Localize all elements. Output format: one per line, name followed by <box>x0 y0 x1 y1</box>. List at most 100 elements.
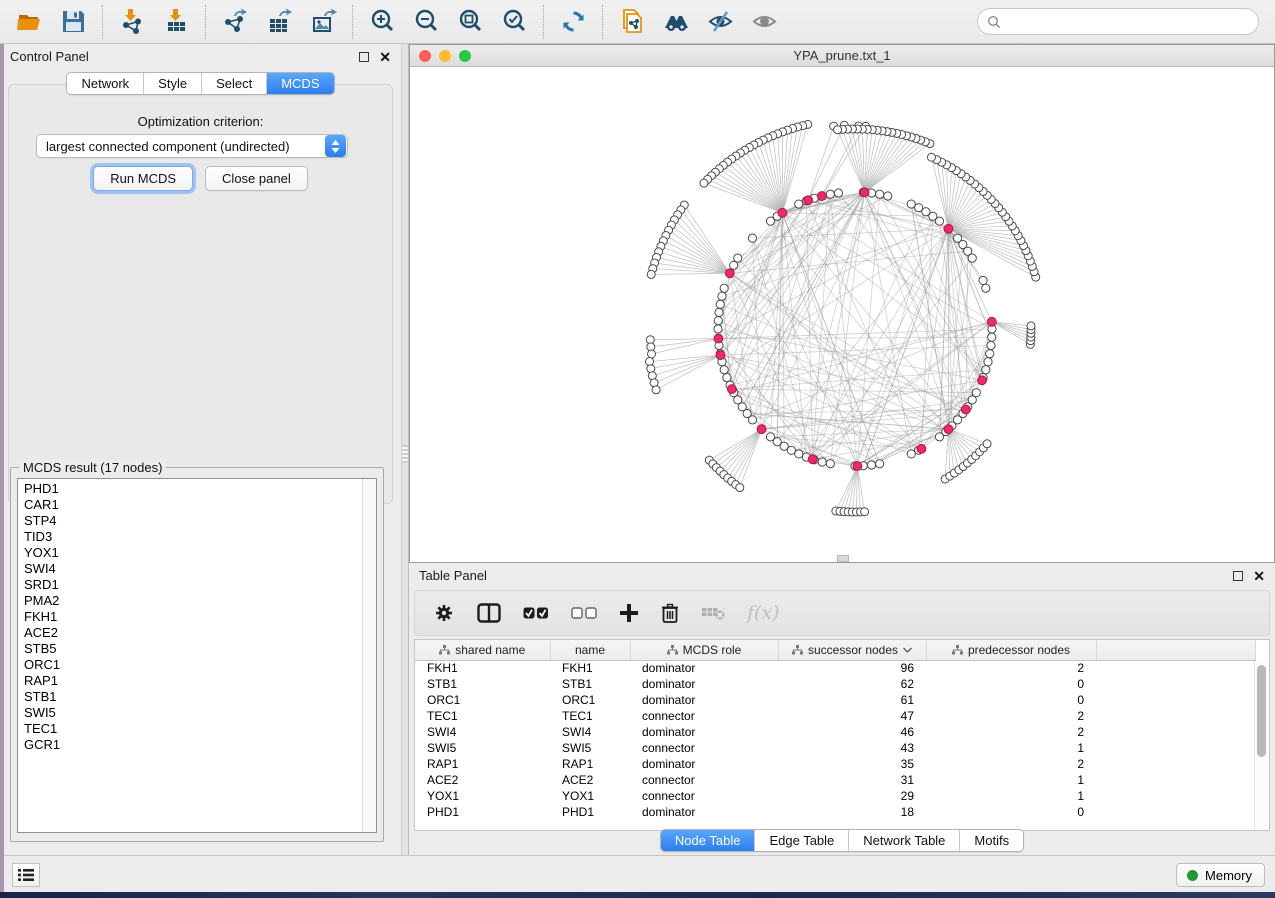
mcds-result-item[interactable]: ACE2 <box>24 625 376 641</box>
network-dominator-node[interactable] <box>944 224 953 233</box>
cell-name[interactable]: FKH1 <box>550 660 630 676</box>
network-dominator-node[interactable] <box>961 405 970 414</box>
cell-successor-nodes[interactable]: 62 <box>778 676 926 692</box>
cell-successor-nodes[interactable]: 61 <box>778 692 926 708</box>
tab-mcds[interactable]: MCDS <box>267 73 333 94</box>
show-all-button[interactable] <box>749 7 779 37</box>
refresh-button[interactable] <box>558 7 588 37</box>
horizontal-splitter-handle[interactable] <box>837 555 849 562</box>
tab-style[interactable]: Style <box>144 73 202 94</box>
network-node[interactable] <box>876 190 884 198</box>
cell-successor-nodes[interactable]: 29 <box>778 788 926 804</box>
add-column-button[interactable] <box>619 603 639 623</box>
network-node[interactable] <box>953 234 961 242</box>
mcds-result-item[interactable]: SRD1 <box>24 577 376 593</box>
cell-shared-name[interactable]: FKH1 <box>415 660 550 676</box>
table-row[interactable]: FKH1FKH1dominator962 <box>415 660 1256 676</box>
cell-shared-name[interactable]: SWI4 <box>415 724 550 740</box>
mcds-result-item[interactable]: FKH1 <box>24 609 376 625</box>
mcds-result-item[interactable]: YOX1 <box>24 545 376 561</box>
cell-shared-name[interactable]: ORC1 <box>415 692 550 708</box>
network-dominator-node[interactable] <box>714 334 723 343</box>
cell-shared-name[interactable]: YOX1 <box>415 788 550 804</box>
cell-mcds-role[interactable]: connector <box>630 740 778 756</box>
network-node[interactable] <box>714 325 722 333</box>
cell-name[interactable]: ACE2 <box>550 772 630 788</box>
export-table-button[interactable] <box>264 7 294 37</box>
network-node[interactable] <box>983 440 991 448</box>
network-window-titlebar[interactable]: YPA_prune.txt_1 <box>410 45 1274 67</box>
cell-name[interactable]: TEC1 <box>550 708 630 724</box>
tab-select[interactable]: Select <box>202 73 267 94</box>
tab-edge-table[interactable]: Edge Table <box>755 830 849 851</box>
network-node[interactable] <box>652 386 660 394</box>
cell-mcds-role[interactable]: connector <box>630 788 778 804</box>
run-mcds-button[interactable]: Run MCDS <box>93 166 193 191</box>
cell-successor-nodes[interactable]: 31 <box>778 772 926 788</box>
mcds-result-item[interactable]: TEC1 <box>24 721 376 737</box>
mcds-result-item[interactable]: SWI5 <box>24 705 376 721</box>
cell-predecessor-nodes[interactable]: 2 <box>926 724 1096 740</box>
network-node[interactable] <box>986 350 994 358</box>
network-node[interactable] <box>982 284 990 292</box>
cell-name[interactable]: SWI5 <box>550 740 630 756</box>
vertical-splitter[interactable] <box>401 44 409 855</box>
network-node[interactable] <box>700 179 708 187</box>
delete-column-button[interactable] <box>661 603 679 624</box>
cell-predecessor-nodes[interactable]: 0 <box>926 804 1096 820</box>
column-header-successor-nodes[interactable]: successor nodes <box>778 640 926 660</box>
network-dominator-node[interactable] <box>725 269 734 278</box>
cell-shared-name[interactable]: RAP1 <box>415 756 550 772</box>
network-node[interactable] <box>861 508 869 516</box>
network-node[interactable] <box>826 190 834 198</box>
table-row[interactable]: STB1STB1dominator620 <box>415 676 1256 692</box>
network-node[interactable] <box>987 341 995 349</box>
close-panel-button[interactable]: Close panel <box>205 166 308 191</box>
network-node[interactable] <box>982 366 990 374</box>
table-row[interactable]: RAP1RAP1dominator352 <box>415 756 1256 772</box>
cell-mcds-role[interactable]: dominator <box>630 660 778 676</box>
network-dominator-node[interactable] <box>757 425 766 434</box>
hide-selected-button[interactable] <box>705 7 735 37</box>
cell-successor-nodes[interactable]: 43 <box>778 740 926 756</box>
network-node[interactable] <box>834 126 842 134</box>
network-node[interactable] <box>715 308 723 316</box>
mcds-result-item[interactable]: ORC1 <box>24 657 376 673</box>
network-dominator-node[interactable] <box>817 192 826 201</box>
table-settings-button[interactable] <box>433 602 455 624</box>
cell-shared-name[interactable]: TEC1 <box>415 708 550 724</box>
export-network-button[interactable] <box>220 7 250 37</box>
cell-predecessor-nodes[interactable]: 0 <box>926 676 1096 692</box>
network-dominator-node[interactable] <box>804 196 813 205</box>
network-node[interactable] <box>714 317 722 325</box>
network-canvas[interactable] <box>410 67 1274 562</box>
network-dominator-node[interactable] <box>778 208 787 217</box>
network-node[interactable] <box>647 270 655 278</box>
network-node[interactable] <box>766 217 774 225</box>
mcds-result-item[interactable]: STB5 <box>24 641 376 657</box>
network-dominator-node[interactable] <box>944 425 953 434</box>
cell-shared-name[interactable]: SWI5 <box>415 740 550 756</box>
close-panel-icon[interactable]: ✕ <box>379 52 391 62</box>
mcds-result-item[interactable]: CAR1 <box>24 497 376 513</box>
cell-mcds-role[interactable]: connector <box>630 708 778 724</box>
network-dominator-node[interactable] <box>853 462 862 471</box>
table-scrollbar-thumb[interactable] <box>1257 665 1266 757</box>
mcds-result-item[interactable]: SWI4 <box>24 561 376 577</box>
network-node[interactable] <box>748 234 756 242</box>
network-dominator-node[interactable] <box>917 444 926 453</box>
mcds-result-item[interactable]: PMA2 <box>24 593 376 609</box>
network-node[interactable] <box>648 350 656 358</box>
cell-shared-name[interactable]: ACE2 <box>415 772 550 788</box>
cell-name[interactable]: RAP1 <box>550 756 630 772</box>
network-node[interactable] <box>723 373 731 381</box>
cell-mcds-role[interactable]: dominator <box>630 756 778 772</box>
cell-mcds-role[interactable]: dominator <box>630 692 778 708</box>
cell-predecessor-nodes[interactable]: 2 <box>926 708 1096 724</box>
zoom-selected-button[interactable] <box>499 7 529 37</box>
network-node[interactable] <box>818 458 826 466</box>
cell-successor-nodes[interactable]: 46 <box>778 724 926 740</box>
splitter-handle[interactable] <box>402 445 408 463</box>
network-node[interactable] <box>915 204 923 212</box>
network-node[interactable] <box>907 200 915 208</box>
